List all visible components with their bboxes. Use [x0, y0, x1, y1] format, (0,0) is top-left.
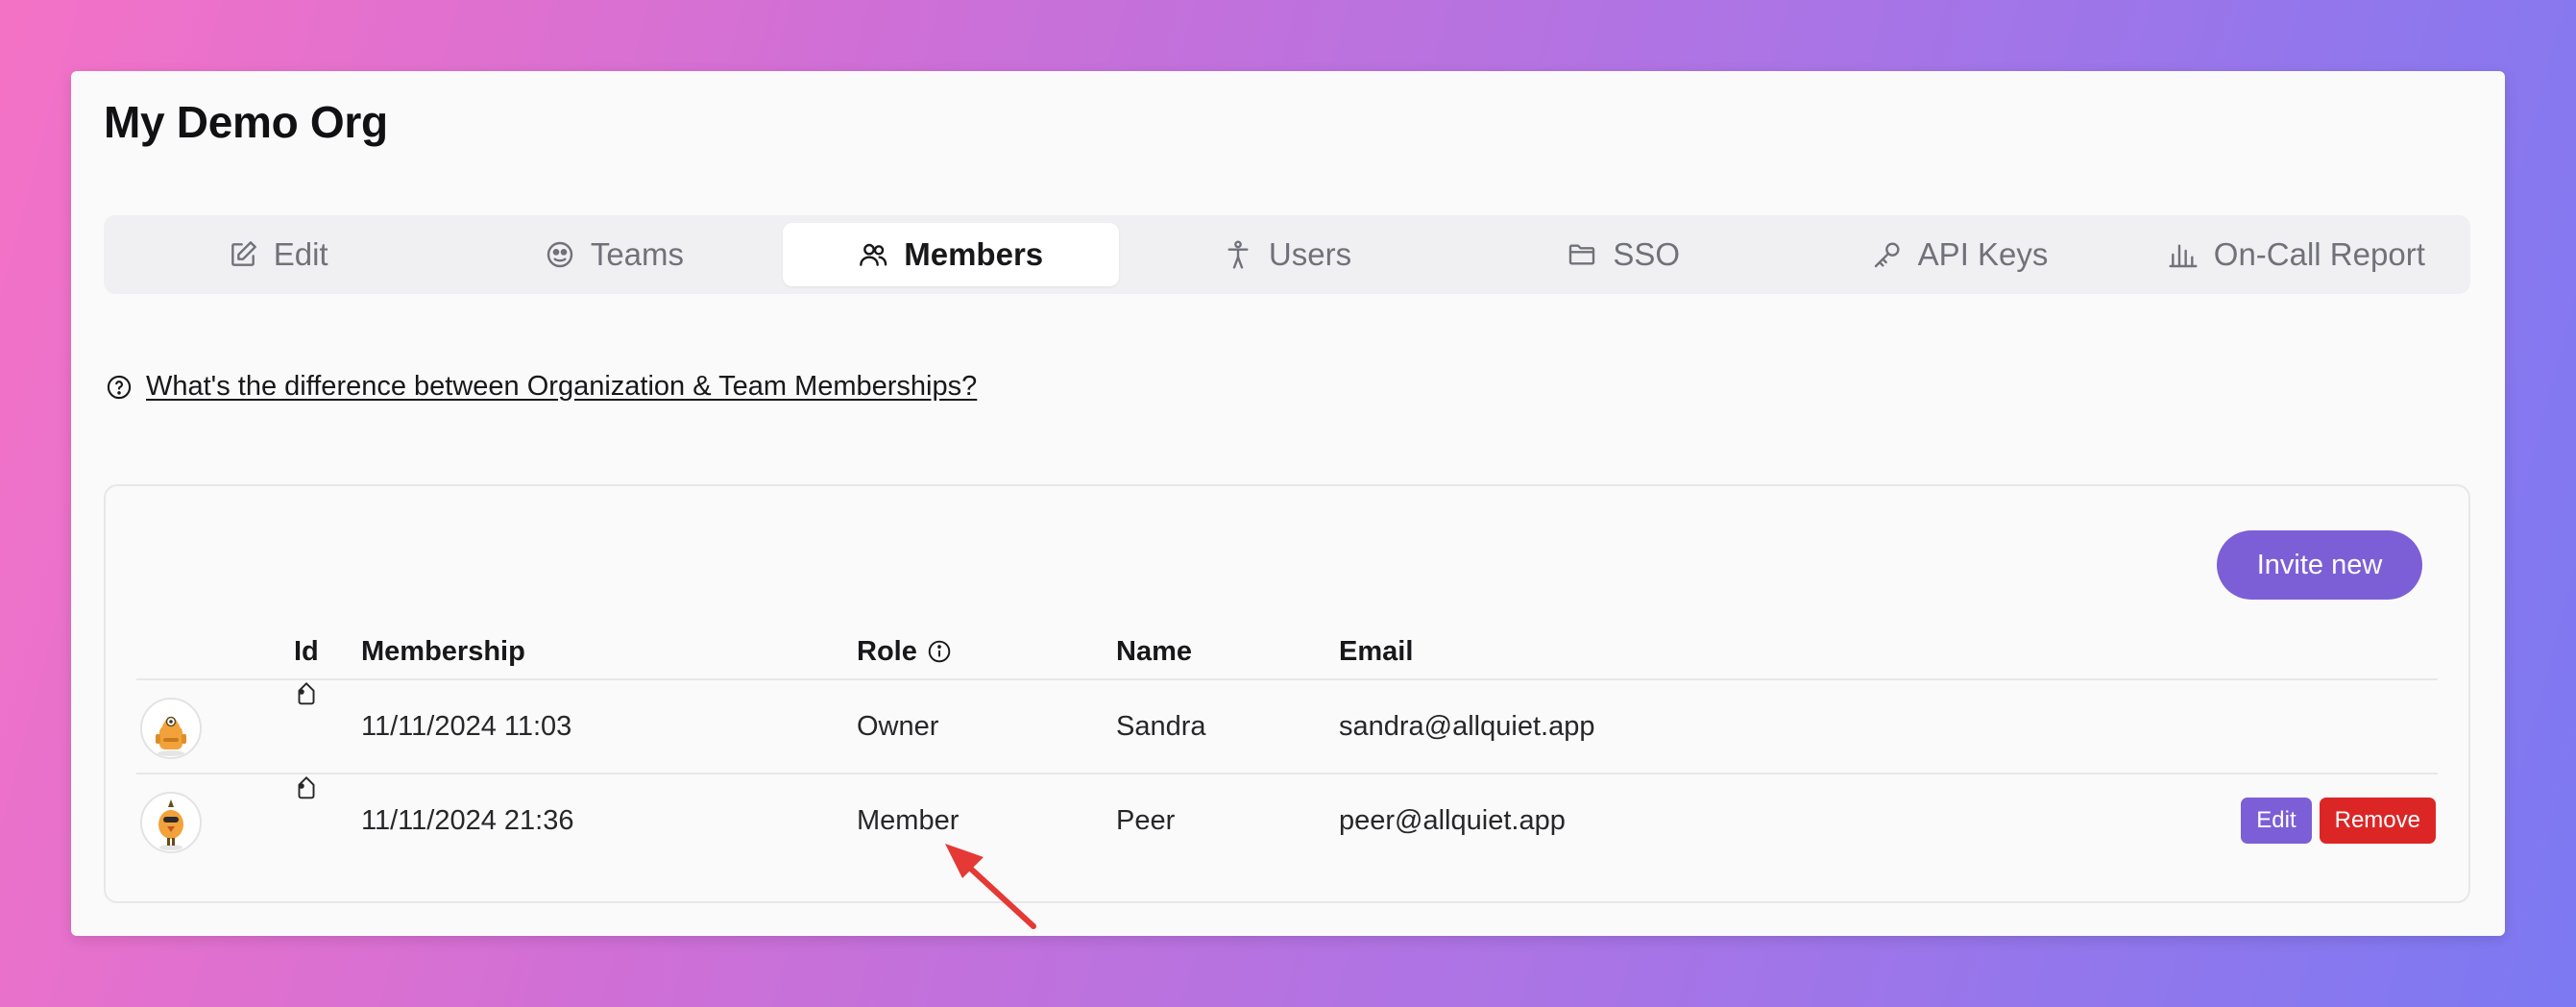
tab-label: Users — [1268, 236, 1352, 272]
member-email: sandra@allquiet.app — [1339, 711, 1595, 742]
role-value: Owner — [857, 711, 939, 742]
question-circle-icon — [107, 375, 132, 399]
tag-icon[interactable] — [292, 776, 321, 805]
membership-date: 11/11/2024 11:03 — [361, 711, 572, 742]
membership-help-link[interactable]: What's the difference between Organizati… — [146, 371, 977, 403]
membership-help: What's the difference between Organizati… — [106, 371, 977, 403]
tab-label: SSO — [1613, 236, 1681, 272]
members-table-header: Id Membership Role Name Email — [136, 630, 2438, 680]
key-icon — [1874, 242, 1900, 268]
members-icon — [860, 243, 887, 266]
member-email: peer@allquiet.app — [1339, 805, 1566, 836]
bird-avatar-icon — [158, 799, 183, 850]
avatar — [140, 698, 202, 759]
column-header-name: Name — [1116, 636, 1192, 667]
tab-sso[interactable]: SSO — [1455, 223, 1791, 286]
teams-icon — [547, 241, 573, 268]
avatar — [140, 792, 202, 853]
column-header-role: Role — [857, 636, 952, 668]
page-title: My Demo Org — [104, 97, 388, 147]
members-panel: Invite new Id Membership Role Name Email — [104, 484, 2470, 903]
tab-on-call-report[interactable]: On-Call Report — [2128, 223, 2465, 286]
tab-api-keys[interactable]: API Keys — [1791, 223, 2127, 286]
membership-date: 11/11/2024 21:36 — [361, 805, 574, 836]
table-row: 11/11/2024 11:03 Owner Sandra sandra@all… — [136, 682, 2438, 774]
users-icon — [1227, 240, 1249, 269]
edit-icon — [231, 241, 256, 266]
folder-icon — [1569, 244, 1595, 265]
tab-label: Edit — [273, 236, 328, 272]
tab-label: Teams — [590, 236, 685, 272]
tab-members[interactable]: Members — [782, 223, 1119, 286]
edit-member-button[interactable]: Edit — [2241, 798, 2312, 844]
column-header-membership: Membership — [361, 636, 525, 667]
robot-avatar-icon — [156, 716, 186, 756]
member-name: Peer — [1116, 805, 1176, 836]
tab-teams[interactable]: Teams — [446, 223, 782, 286]
column-header-role-label: Role — [857, 636, 917, 667]
member-name: Sandra — [1116, 711, 1206, 742]
column-header-id: Id — [294, 636, 319, 667]
tab-label: API Keys — [1917, 236, 2049, 272]
invite-new-button[interactable]: Invite new — [2217, 530, 2422, 600]
column-header-email: Email — [1339, 636, 1414, 667]
tab-edit[interactable]: Edit — [109, 223, 446, 286]
remove-member-button[interactable]: Remove — [2319, 798, 2436, 844]
row-actions: Edit Remove — [2241, 798, 2436, 844]
tab-label: Members — [904, 236, 1044, 272]
tab-label: On-Call Report — [2213, 236, 2425, 272]
tag-icon[interactable] — [292, 682, 321, 711]
info-icon[interactable] — [927, 639, 952, 664]
table-row: 11/11/2024 21:36 Member Peer peer@allqui… — [136, 776, 2438, 869]
org-card: My Demo Org Edit Teams Members Users SSO… — [71, 71, 2505, 936]
role-value: Member — [857, 805, 960, 836]
tab-users[interactable]: Users — [1119, 223, 1455, 286]
bar-chart-icon — [2169, 244, 2198, 268]
tab-bar: Edit Teams Members Users SSO API Keys On… — [104, 215, 2470, 294]
